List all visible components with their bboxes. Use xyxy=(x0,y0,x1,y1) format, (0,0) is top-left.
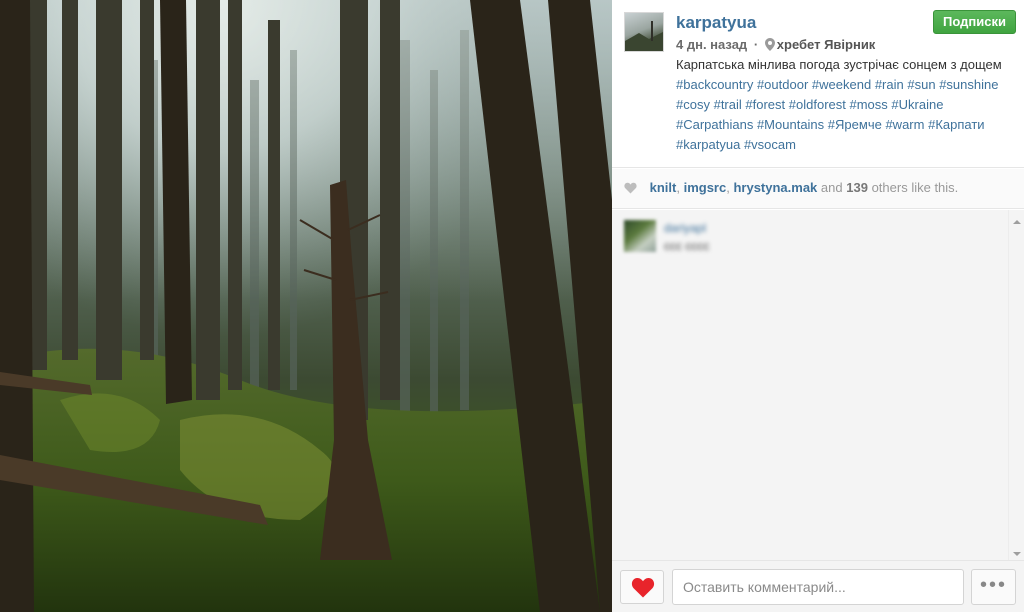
hashtag-link[interactable]: #sun xyxy=(907,77,935,92)
like-button[interactable] xyxy=(620,570,664,604)
hashtag-link[interactable]: #vsocam xyxy=(744,137,796,152)
meta-separator: · xyxy=(753,37,759,52)
hashtag-link[interactable]: #warm xyxy=(885,117,924,132)
hashtag-link[interactable]: #Карпати xyxy=(928,117,984,132)
post-details-panel: karpatyua Подписки 4 дн. назад · хребет … xyxy=(612,0,1024,612)
comment-footer: ••• xyxy=(612,560,1024,612)
more-options-button[interactable]: ••• xyxy=(971,569,1016,605)
hashtag-link[interactable]: #Carpathians xyxy=(676,117,753,132)
chevron-down-icon[interactable] xyxy=(1012,546,1022,556)
hashtag-link[interactable]: #outdoor xyxy=(757,77,808,92)
comments-section: dariyapl ccc cccc xyxy=(612,210,1024,560)
likes-bar: knilt, imgsrc, hrystyna.mak and 139 othe… xyxy=(612,169,1024,209)
liker-username[interactable]: imgsrc xyxy=(684,180,727,195)
likes-and-word: and xyxy=(820,180,843,195)
post-meta: 4 дн. назад · хребет Явірник xyxy=(676,37,875,54)
hashtag-link[interactable]: #weekend xyxy=(812,77,871,92)
hashtag-list: #backcountry #outdoor #weekend #rain #su… xyxy=(676,77,998,152)
comments-scrollbar[interactable] xyxy=(1008,210,1024,560)
likes-separator: , xyxy=(676,180,684,195)
hashtag-link[interactable]: #moss xyxy=(850,97,888,112)
hashtag-link[interactable]: #Mountains xyxy=(757,117,824,132)
hashtag-link[interactable]: #trail xyxy=(714,97,742,112)
author-avatar[interactable] xyxy=(624,12,664,52)
post-caption: Карпатська мінлива погода зустрічає сонц… xyxy=(676,55,1014,155)
avatar-image xyxy=(625,21,663,51)
likes-suffix: others like this. xyxy=(871,180,959,195)
comment-item: dariyapl ccc cccc xyxy=(624,220,1004,260)
hashtag-link[interactable]: #oldforest xyxy=(789,97,846,112)
heart-icon xyxy=(631,577,655,598)
caption-text: Карпатська мінлива погода зустрічає сонц… xyxy=(676,57,1002,72)
hashtag-link[interactable]: #rain xyxy=(875,77,904,92)
hashtag-link[interactable]: #sunshine xyxy=(939,77,998,92)
post-photo xyxy=(0,0,612,612)
post-time[interactable]: 4 дн. назад xyxy=(676,37,747,52)
heart-icon xyxy=(624,182,637,197)
forest-photo xyxy=(0,0,612,612)
commenter-avatar[interactable] xyxy=(624,220,656,252)
chevron-up-icon[interactable] xyxy=(1012,214,1022,224)
hashtag-link[interactable]: #forest xyxy=(745,97,785,112)
location-pin-icon xyxy=(764,38,775,54)
likes-count[interactable]: 139 xyxy=(846,180,868,195)
post-location[interactable]: хребет Явірник xyxy=(777,37,876,52)
author-username[interactable]: karpatyua xyxy=(676,13,756,33)
commenter-username[interactable]: dariyapl xyxy=(664,221,706,235)
hashtag-link[interactable]: #backcountry xyxy=(676,77,753,92)
post-header: karpatyua Подписки 4 дн. назад · хребет … xyxy=(612,0,1024,168)
follow-button[interactable]: Подписки xyxy=(933,10,1016,34)
hashtag-link[interactable]: #Ukraine xyxy=(891,97,943,112)
comment-input[interactable] xyxy=(672,569,964,605)
liker-username[interactable]: knilt xyxy=(650,180,677,195)
hashtag-link[interactable]: #cosy xyxy=(676,97,710,112)
comment-text: ccc cccc xyxy=(664,239,710,253)
hashtag-link[interactable]: #karpatyua xyxy=(676,137,740,152)
hashtag-link[interactable]: #Яремче xyxy=(828,117,882,132)
liker-username[interactable]: hrystyna.mak xyxy=(733,180,817,195)
